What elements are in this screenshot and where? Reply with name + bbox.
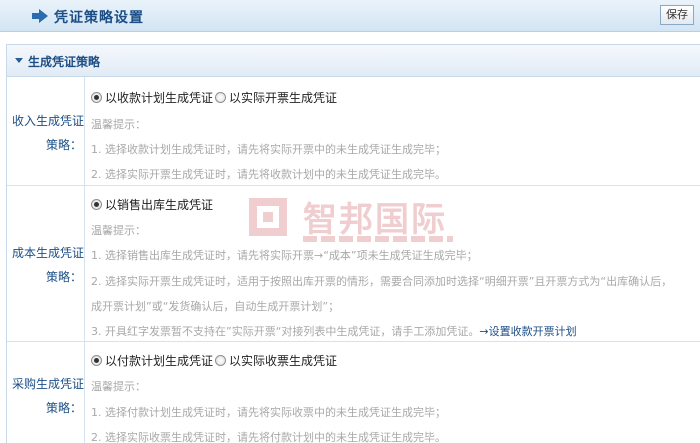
radio-unchecked-icon[interactable]	[215, 92, 226, 103]
cost-option-sales-outbound[interactable]: 以销售出库生成凭证	[91, 196, 213, 213]
income-tip-2: 2. 选择实际开票生成凭证时，请先将收款计划中的未生成凭证生成完毕。	[91, 168, 446, 181]
income-tip-1: 1. 选择收款计划生成凭证时，请先将实际开票中的未生成凭证生成完毕；	[91, 143, 446, 156]
purchase-label-line2: 策略：	[45, 401, 82, 415]
income-option-collection-plan[interactable]: 以收款计划生成凭证	[91, 89, 213, 106]
purchase-tips-title: 温馨提示：	[91, 380, 146, 393]
radio-checked-icon[interactable]	[91, 355, 102, 366]
purchase-option-payment-plan[interactable]: 以付款计划生成凭证	[91, 352, 213, 369]
cost-option-label: 以销售出库生成凭证	[105, 198, 214, 212]
income-option-label: 以实际开票生成凭证	[229, 91, 338, 105]
purchase-tip-1: 1. 选择付款计划生成凭证时，请先将实际收票中的未生成凭证生成完毕；	[91, 406, 446, 419]
voucher-strategy-panel: 生成凭证策略 收入生成凭证 策略： 以收款计划生成凭证 以实际开票生成凭证 温馨…	[6, 44, 700, 443]
income-tips-title: 温馨提示：	[91, 118, 146, 131]
radio-unchecked-icon[interactable]	[215, 355, 226, 366]
cost-tip-2: 2. 选择实际开票生成凭证时，适用于按照出库开票的情形，需要合同添加时选择“明细…	[91, 275, 673, 288]
purchase-tip-2: 2. 选择实际收票生成凭证时，请先将付款计划中的未生成凭证生成完毕。	[91, 431, 446, 443]
cost-tip-2-continued: 成开票计划”或“发货确认后，自动生成开票计划”；	[91, 300, 340, 313]
income-label-line1: 收入生成凭证	[11, 114, 84, 128]
purchase-strategy-label: 采购生成凭证 策略：	[7, 342, 85, 443]
cost-tips-title: 温馨提示：	[91, 224, 146, 237]
cost-strategy-label: 成本生成凭证 策略：	[7, 186, 85, 341]
income-strategy-label: 收入生成凭证 策略：	[7, 77, 85, 185]
panel-title: 生成凭证策略	[28, 55, 101, 69]
setup-invoice-plan-link[interactable]: →设置收款开票计划	[479, 325, 576, 338]
cost-label-line2: 策略：	[45, 270, 82, 284]
cost-tip-1: 1. 选择销售出库生成凭证时，请先将实际开票→“成本”项未生成凭证生成完毕；	[91, 249, 478, 262]
caret-down-icon[interactable]	[15, 58, 23, 63]
income-option-actual-invoice[interactable]: 以实际开票生成凭证	[215, 89, 337, 106]
purchase-option-actual-receipt[interactable]: 以实际收票生成凭证	[215, 352, 337, 369]
income-option-label: 以收款计划生成凭证	[105, 91, 214, 105]
income-label-line2: 策略：	[45, 138, 82, 152]
purchase-strategy-row: 采购生成凭证 策略： 以付款计划生成凭证 以实际收票生成凭证 温馨提示： 1. …	[7, 342, 700, 443]
purchase-option-label: 以实际收票生成凭证	[229, 354, 338, 368]
page-title: 凭证策略设置	[54, 10, 144, 26]
cost-tip-3: 3. 开具红字发票暂不支持在”实际开票“对接列表中生成凭证，请手工添加凭证。→设…	[91, 323, 577, 339]
purchase-label-line1: 采购生成凭证	[11, 377, 84, 391]
radio-checked-icon[interactable]	[91, 92, 102, 103]
top-bar: 凭证策略设置 保存	[0, 0, 700, 32]
arrow-right-icon	[32, 9, 48, 23]
income-strategy-row: 收入生成凭证 策略： 以收款计划生成凭证 以实际开票生成凭证 温馨提示： 1. …	[7, 77, 700, 186]
panel-header[interactable]: 生成凭证策略	[7, 45, 700, 77]
cost-strategy-row: 成本生成凭证 策略： 以销售出库生成凭证 温馨提示： 1. 选择销售出库生成凭证…	[7, 186, 700, 342]
save-button[interactable]: 保存	[660, 5, 694, 25]
radio-checked-icon[interactable]	[91, 199, 102, 210]
purchase-option-label: 以付款计划生成凭证	[105, 354, 214, 368]
cost-tip-3-text: 3. 开具红字发票暂不支持在”实际开票“对接列表中生成凭证，请手工添加凭证。	[91, 325, 480, 338]
cost-label-line1: 成本生成凭证	[11, 246, 84, 260]
